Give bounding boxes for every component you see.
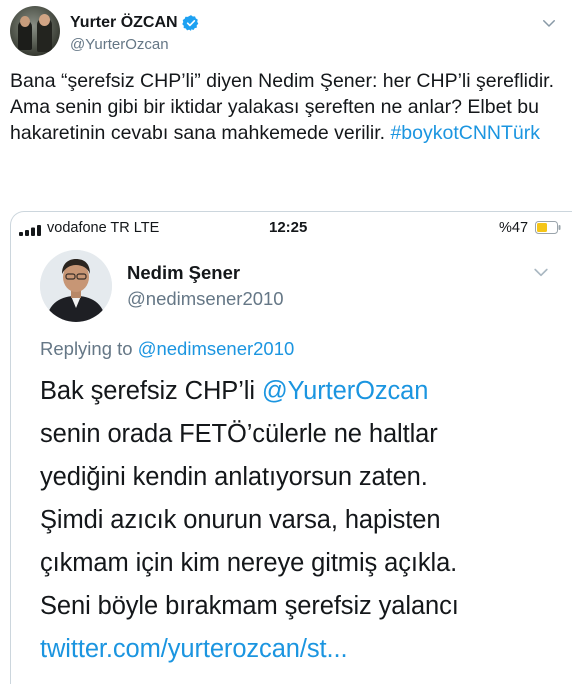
tweet-header: Yurter ÖZCAN @YurterOzcan <box>10 6 562 56</box>
avatar-face-left <box>20 16 30 27</box>
author-handle[interactable]: @YurterOzcan <box>70 36 169 53</box>
author-avatar[interactable] <box>10 6 60 56</box>
verified-badge-icon <box>181 15 198 31</box>
carrier-label: vodafone TR LTE <box>47 220 160 236</box>
quoted-author-name: Nedim Şener <box>127 262 241 283</box>
quoted-chevron-down-icon <box>534 268 548 277</box>
quoted-author-handle: @nedimsener2010 <box>127 288 284 309</box>
replying-to-line: Replying to @nedimsener2010 <box>40 338 294 360</box>
avatar-face-right <box>39 14 50 26</box>
quoted-line-3: yediğini kendin anlatıyorsun zaten. <box>40 463 428 491</box>
quoted-line-6: Seni böyle bırakmam şerefsiz yalancı <box>40 592 459 620</box>
quoted-line-4: Şimdi azıcık onurun varsa, hapisten <box>40 506 441 534</box>
quoted-line-2: senin orada FETÖ’cülerle ne haltlar <box>40 420 438 448</box>
quoted-tweet-text: Bak şerefsiz CHP’li @YurterOzcan senin o… <box>40 370 570 671</box>
quoted-line-5: çıkmam için kim nereye gitmiş açıkla. <box>40 549 458 577</box>
author-name-row: Yurter ÖZCAN <box>70 14 200 32</box>
replying-label: Replying to <box>40 338 138 359</box>
attached-screenshot[interactable]: vodafone TR LTE 12:25 %47 Nedim Şener @n… <box>10 211 572 684</box>
phone-status-bar: vodafone TR LTE 12:25 %47 <box>11 212 572 244</box>
battery-percent: %47 <box>499 220 529 236</box>
quoted-line-1: Bak şerefsiz CHP’li @YurterOzcan <box>40 370 570 413</box>
quoted-avatar-portrait <box>40 250 112 322</box>
author-name[interactable]: Yurter ÖZCAN <box>70 14 178 32</box>
hashtag-link[interactable]: #boykotCNNTürk <box>390 122 540 144</box>
quoted-mention: @YurterOzcan <box>261 377 429 405</box>
quoted-link: twitter.com/yurterozcan/st... <box>40 635 348 663</box>
quoted-author-avatar <box>40 250 112 322</box>
tweet-body: Bana “şerefsiz CHP’li” diyen Nedim Şener… <box>10 68 562 146</box>
battery-icon <box>535 221 561 234</box>
quoted-line-1-text: Bak şerefsiz CHP’li <box>40 377 262 405</box>
replying-mention: @nedimsener2010 <box>137 338 295 359</box>
status-time: 12:25 <box>269 219 308 236</box>
signal-bars-icon <box>19 225 41 236</box>
chevron-down-icon[interactable] <box>540 14 558 32</box>
